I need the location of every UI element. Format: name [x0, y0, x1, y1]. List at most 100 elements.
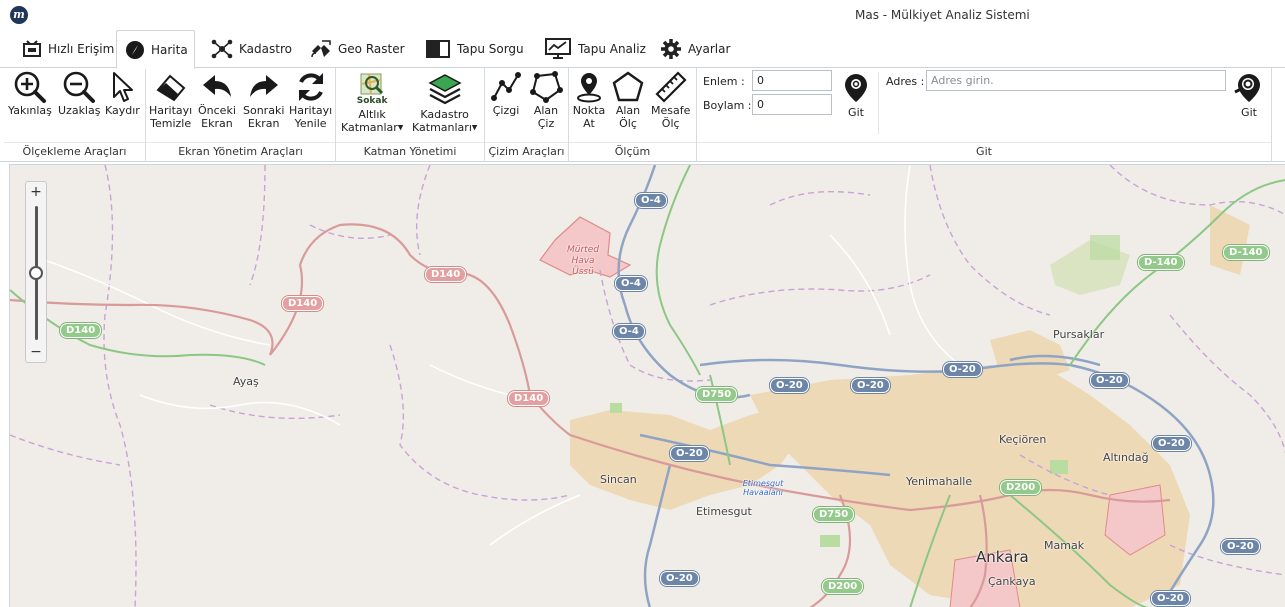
- tab-geo-raster[interactable]: Geo Raster: [302, 30, 413, 68]
- next-screen-button[interactable]: Sonraki Ekran: [243, 70, 284, 130]
- ruler-icon: [655, 71, 687, 103]
- cadastre-layers-dropdown[interactable]: Kadastro Katmanları▼: [412, 70, 477, 135]
- group-go-to: Enlem : Boylam : Git Adres : Git Git: [697, 68, 1272, 162]
- road-shield: O-20: [1221, 539, 1260, 554]
- base-layer-badge: Sokak: [356, 96, 388, 106]
- minor-roads: [29, 165, 961, 546]
- zoom-out-button[interactable]: Uzaklaş: [58, 70, 100, 117]
- tab-ayarlar[interactable]: Ayarlar: [652, 30, 738, 68]
- eraser-icon: [156, 74, 186, 102]
- road-shield: O-20: [1090, 373, 1129, 388]
- drop-point-button[interactable]: Nokta At: [572, 70, 606, 130]
- road-shield: O-20: [670, 446, 709, 461]
- book-icon: [426, 40, 450, 58]
- tab-label: Tapu Sorgu: [457, 42, 524, 56]
- go-to-address-label: Git: [1241, 106, 1257, 119]
- arrow-forward-icon: [249, 75, 278, 97]
- pan-button[interactable]: Kaydır: [105, 70, 140, 117]
- clear-map-button[interactable]: Haritayı Temizle: [149, 70, 192, 130]
- ribbon: Yakınlaş Uzaklaş Kaydır Ölçekleme Araçla…: [0, 68, 1285, 162]
- zoom-out-label: Uzaklaş: [58, 104, 101, 117]
- group-screen-tools: Haritayı Temizle Önceki Ekran Sonraki Ek…: [146, 68, 336, 162]
- title-bar: m Mas - Mülkiyet Analiz Sistemi: [0, 0, 1285, 30]
- longitude-input[interactable]: [752, 94, 832, 115]
- road-shield: D200: [822, 579, 864, 594]
- zoom-in-button[interactable]: Yakınlaş: [8, 70, 52, 117]
- road-shield: D140: [60, 323, 102, 338]
- tab-kadastro[interactable]: Kadastro: [203, 30, 300, 68]
- group-measurement: Nokta At Alan Ölç Mesafe Ölç Ölçüm: [569, 68, 697, 162]
- latitude-label: Enlem :: [703, 75, 745, 88]
- road-shield: D140: [508, 391, 550, 406]
- road-shield: O-20: [943, 362, 982, 377]
- base-layers-dropdown[interactable]: Sokak Altlık Katmanlar▼: [341, 70, 403, 135]
- tab-label: Hızlı Erişim: [48, 42, 115, 56]
- zoom-in-icon: [14, 71, 46, 103]
- drop-point-label-2: At: [583, 117, 595, 130]
- road-shield: O-20: [770, 378, 809, 393]
- place-label: Mürted Hava Üssü: [567, 245, 599, 277]
- place-label: Ankara: [976, 548, 1029, 566]
- road-shield: O-20: [1151, 591, 1190, 606]
- previous-screen-label-1: Önceki: [198, 104, 236, 117]
- tab-harita[interactable]: Harita: [116, 30, 195, 69]
- satellite-icon: [311, 40, 331, 58]
- refresh-map-button[interactable]: Haritayı Yenile: [289, 70, 332, 130]
- next-screen-label-2: Ekran: [247, 117, 280, 130]
- cursor-icon: [113, 72, 134, 102]
- cadastre-layers-label-1: Kadastro: [420, 108, 469, 121]
- group-layer-management: Sokak Altlık Katmanlar▼ Kadastro Katmanl…: [336, 68, 485, 162]
- place-label: Etimesgut Havaalanı: [742, 479, 784, 497]
- refresh-map-label-1: Haritayı: [289, 104, 333, 117]
- clear-map-label-1: Haritayı: [149, 104, 193, 117]
- road-shield: D750: [813, 507, 855, 522]
- caret-down-icon: ▼: [397, 123, 404, 132]
- base-layers-label-1: Altlık: [358, 108, 386, 121]
- road-shield: O-4: [635, 193, 667, 208]
- measure-area-button[interactable]: Alan Ölç: [611, 70, 645, 130]
- address-input[interactable]: [926, 70, 1226, 91]
- drop-point-label-1: Nokta: [572, 104, 606, 117]
- map-zoom-out-button[interactable]: −: [26, 342, 46, 362]
- gear-icon: [661, 39, 681, 59]
- measure-area-label-1: Alan: [615, 104, 641, 117]
- measure-distance-label-2: Ölç: [661, 117, 680, 130]
- go-to-address-button[interactable]: Git: [1232, 72, 1266, 119]
- tab-label: Kadastro: [239, 42, 292, 56]
- road-shield: D-140: [1223, 245, 1269, 260]
- caret-down-icon: ▼: [471, 123, 478, 132]
- polygon-draw-icon: [530, 71, 563, 103]
- map-view[interactable]: O-4 O-4 O-4 D140 D140 D140 D140 D-140 D-…: [9, 164, 1285, 607]
- road-shield: O-20: [1152, 436, 1191, 451]
- group-label: Ölçüm: [569, 142, 696, 160]
- map-zoom-in-button[interactable]: +: [26, 182, 46, 202]
- road-shield: D-140: [1138, 255, 1184, 270]
- place-label: Ayaş: [233, 375, 259, 388]
- app-logo: m: [10, 6, 28, 24]
- base-layers-label-2: Katmanlar: [341, 121, 398, 134]
- previous-screen-button[interactable]: Önceki Ekran: [198, 70, 236, 130]
- draw-area-label-1: Alan: [533, 104, 559, 117]
- tab-tapu-sorgu[interactable]: Tapu Sorgu: [417, 30, 532, 68]
- go-to-coordinate-button[interactable]: Git: [839, 72, 873, 119]
- measure-distance-button[interactable]: Mesafe Ölç: [651, 70, 690, 130]
- group-label: Git: [697, 142, 1271, 160]
- tab-tapu-analiz[interactable]: Tapu Analiz: [536, 30, 654, 68]
- group-drawing-tools: Çizgi Alan Çiz Çizim Araçları: [485, 68, 569, 162]
- draw-area-button[interactable]: Alan Çiz: [529, 70, 563, 130]
- monitor-chart-icon: [545, 38, 571, 59]
- compass-icon: [126, 40, 144, 59]
- polyline-icon: [491, 72, 521, 101]
- draw-line-button[interactable]: Çizgi: [489, 70, 523, 117]
- place-label: Yenimahalle: [906, 475, 973, 488]
- zoom-slider-handle[interactable]: [29, 266, 43, 280]
- place-label: Çankaya: [988, 575, 1036, 588]
- tab-hizli-erisim[interactable]: Hızlı Erişim: [14, 30, 122, 68]
- clear-map-label-2: Temizle: [150, 117, 192, 130]
- tab-label: Harita: [151, 42, 188, 57]
- latitude-input[interactable]: [752, 70, 832, 91]
- tab-label: Tapu Analiz: [578, 42, 646, 56]
- network-icon: [211, 39, 233, 59]
- quick-access-icon: [23, 40, 41, 57]
- road-shield: D140: [282, 296, 324, 311]
